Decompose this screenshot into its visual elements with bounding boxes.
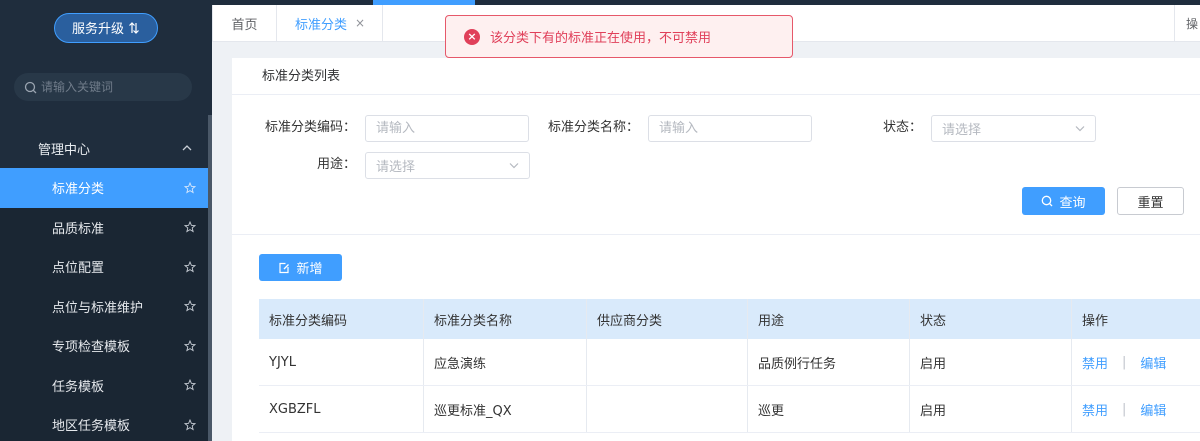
th-usage: 用途	[748, 299, 910, 339]
star-icon[interactable]	[184, 339, 196, 352]
sidebar-item-task-template[interactable]: 任务模板	[0, 365, 208, 405]
star-icon[interactable]	[184, 181, 196, 194]
divider	[232, 234, 1200, 235]
search-icon	[24, 81, 37, 93]
edit-link[interactable]: 编辑	[1140, 400, 1166, 419]
table-header: 标准分类编码 标准分类名称 供应商分类 用途 状态 操作	[259, 299, 1200, 339]
main-card: 标准分类列表 标准分类编码： 标准分类名称： 状态： 请选择 用途： 请选择 查…	[232, 58, 1200, 441]
upgrade-area: 服务升级	[0, 0, 212, 55]
sidebar-item-label: 地区任务模板	[52, 419, 131, 435]
status-select[interactable]: 请选择	[931, 115, 1096, 142]
chevron-down-icon	[1075, 126, 1085, 132]
th-operation: 操作	[1082, 313, 1109, 329]
sidebar-item-label: 标准分类	[52, 182, 105, 198]
error-message: × 该分类下有的标准正在使用，不可禁用	[445, 15, 793, 58]
reset-button[interactable]: 重置	[1117, 187, 1184, 215]
service-upgrade-button[interactable]: 服务升级	[54, 12, 158, 43]
op-separator: |	[1122, 401, 1127, 417]
disable-link[interactable]: 禁用	[1082, 400, 1108, 419]
search-icon	[1042, 195, 1053, 207]
chevron-up-icon	[182, 145, 192, 151]
category-table: 标准分类编码 标准分类名称 供应商分类 用途 状态 操作 YJYL 应急演练 品…	[259, 299, 1200, 433]
sidebar-item-region-task-template[interactable]: 地区任务模板	[0, 405, 208, 441]
code-label: 标准分类编码：	[264, 120, 356, 135]
menu-group-management: 管理中心 标准分类 品质标准 点位配置 点位与标准维护 专项检查模板 任务模板	[0, 128, 208, 441]
tab-home[interactable]: 首页	[212, 5, 277, 41]
sort-arrows-icon	[129, 21, 139, 34]
menu-group-title[interactable]: 管理中心	[0, 128, 208, 168]
th-code: 标准分类编码	[259, 299, 424, 339]
edit-link[interactable]: 编辑	[1140, 353, 1166, 372]
table-row: YJYL 应急演练 品质例行任务 启用 禁用 | 编辑	[259, 339, 1200, 386]
usage-label: 用途：	[316, 157, 356, 172]
star-icon[interactable]	[184, 260, 196, 273]
query-button-label: 查询	[1059, 195, 1086, 211]
service-upgrade-label: 服务升级	[71, 22, 124, 37]
star-icon[interactable]	[184, 300, 196, 312]
add-document-icon	[279, 262, 290, 273]
error-circle-icon: ×	[464, 28, 480, 45]
sidebar-item-label: 专项检查模板	[52, 340, 131, 356]
card-title: 标准分类列表	[232, 58, 1200, 95]
sidebar-item-label: 点位与标准维护	[52, 300, 144, 316]
add-button-label: 新增	[296, 262, 323, 277]
query-button[interactable]: 查询	[1022, 187, 1105, 215]
cell-name: 应急演练	[424, 339, 587, 385]
cell-code: XGBZFL	[259, 386, 424, 432]
table-row: XGBZFL 巡更标准_QX 巡更 启用 禁用 | 编辑	[259, 386, 1200, 433]
error-message-text: 该分类下有的标准正在使用，不可禁用	[490, 31, 712, 46]
reset-button-label: 重置	[1137, 195, 1164, 211]
status-select-placeholder: 请选择	[942, 123, 982, 138]
cell-status: 启用	[910, 339, 1072, 385]
status-label: 状态：	[882, 120, 922, 135]
close-icon[interactable]: ×	[355, 16, 365, 30]
sidebar: 服务升级 管理中心 标准分类 品质标准 点位配置 点位与标准维护 专项检查	[0, 0, 212, 441]
name-label: 标准分类名称：	[547, 120, 639, 135]
sidebar-search[interactable]	[14, 73, 192, 101]
cell-name: 巡更标准_QX	[424, 386, 587, 432]
sidebar-item-label: 任务模板	[52, 379, 105, 395]
cell-usage: 品质例行任务	[748, 339, 910, 385]
sidebar-item-point-config[interactable]: 点位配置	[0, 247, 208, 287]
cell-operation: 禁用 | 编辑	[1072, 339, 1200, 385]
cell-usage: 巡更	[748, 386, 910, 432]
disable-link[interactable]: 禁用	[1082, 353, 1108, 372]
cell-status: 启用	[910, 386, 1072, 432]
add-button[interactable]: 新增	[259, 254, 342, 281]
sidebar-search-input[interactable]	[41, 80, 181, 94]
tab-current-label: 标准分类	[295, 17, 348, 33]
op-separator: |	[1122, 354, 1127, 370]
star-icon[interactable]	[184, 379, 196, 391]
th-supplier: 供应商分类	[587, 299, 748, 339]
sidebar-item-special-inspection-template[interactable]: 专项检查模板	[0, 326, 208, 366]
sidebar-item-quality-standard[interactable]: 品质标准	[0, 207, 208, 247]
sidebar-item-point-standard-maintenance[interactable]: 点位与标准维护	[0, 286, 208, 326]
th-name: 标准分类名称	[424, 299, 587, 339]
sidebar-partial-item	[0, 108, 208, 118]
usage-select[interactable]: 请选择	[365, 152, 530, 179]
star-icon[interactable]	[184, 418, 196, 431]
sidebar-item-standard-category[interactable]: 标准分类	[0, 168, 208, 208]
cell-supplier	[587, 386, 748, 432]
usage-select-placeholder: 请选择	[376, 160, 416, 175]
cell-operation: 禁用 | 编辑	[1072, 386, 1200, 432]
menu-group-label: 管理中心	[38, 142, 91, 158]
tabs-operation-menu[interactable]: 操	[1174, 5, 1200, 41]
name-input[interactable]	[648, 115, 812, 142]
chevron-down-icon	[509, 163, 519, 169]
cell-supplier	[587, 339, 748, 385]
sidebar-item-label: 品质标准	[52, 221, 105, 237]
code-input[interactable]	[365, 115, 529, 142]
th-status: 状态	[910, 299, 1072, 339]
tabs-operation-label: 操	[1185, 16, 1198, 31]
tab-home-label: 首页	[231, 17, 258, 33]
sidebar-item-label: 点位配置	[52, 261, 105, 277]
sidebar-scrollbar[interactable]	[208, 115, 212, 441]
star-icon[interactable]	[184, 221, 196, 233]
cell-code: YJYL	[259, 339, 424, 385]
tab-standard-category[interactable]: 标准分类 ×	[277, 5, 383, 41]
